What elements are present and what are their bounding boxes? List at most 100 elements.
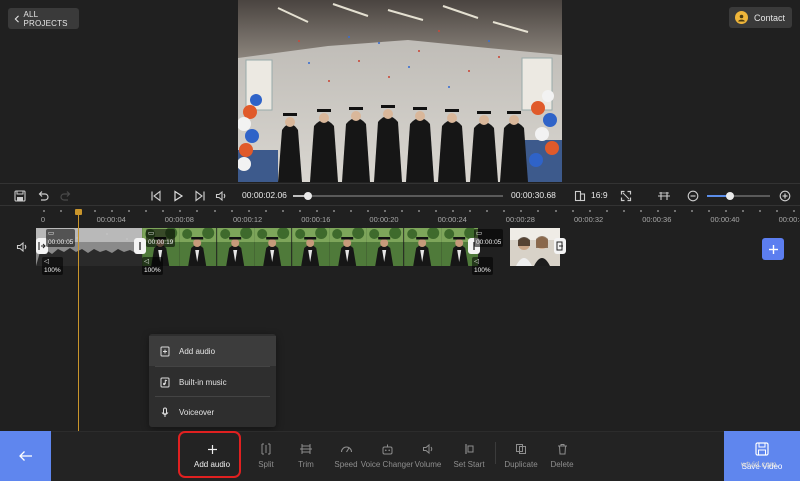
clip-end-handle[interactable] [554,238,566,254]
menu-item-built-in-music[interactable]: Built-in music [149,367,276,397]
trim-start-icon [38,242,46,250]
ruler-minor-tick [742,210,745,212]
skip-forward-icon[interactable] [192,188,208,204]
ruler-minor-tick [230,210,233,212]
save-video-button[interactable]: Save Video [724,431,800,481]
ruler-major-tick [43,210,45,212]
ruler-minor-tick [707,210,710,212]
set-start-label: Set Start [453,460,485,469]
contact-label: Contact [754,12,786,23]
clip-3[interactable] [510,228,560,266]
fullscreen-icon[interactable] [618,188,634,204]
microphone-icon [161,407,169,417]
trim-end-icon [556,241,563,251]
video-preview[interactable] [238,0,562,182]
divider-icon [139,242,141,250]
contact-button[interactable]: Contact [729,7,792,28]
ruler-minor-tick [469,210,472,212]
delete-button[interactable]: Delete [541,440,583,481]
ruler-minor-tick [554,210,557,212]
clip-split-handle-1[interactable] [134,238,146,254]
clip-2-thumbnail [366,228,404,266]
set-start-icon [465,444,474,454]
clip-3-thumbnail [510,228,560,266]
ruler-minor-tick [298,210,301,212]
menu-item-add-audio[interactable]: Add audio [149,336,276,366]
zoom-out-icon[interactable] [685,188,701,204]
aspect-ratio-icon[interactable] [572,188,588,204]
volume-icon [422,443,432,455]
add-media-button[interactable] [762,238,784,260]
total-duration: 00:00:30.68 [511,190,556,200]
ruler-tick-label: 00:00:16 [301,215,331,224]
save-icon [754,441,770,457]
speedometer-icon [340,446,352,453]
set-start-button[interactable]: Set Start [448,440,490,481]
ruler-major-tick [315,210,318,212]
ruler-major-tick [588,210,591,212]
ruler-minor-tick [605,210,608,212]
zoom-in-icon[interactable] [777,188,793,204]
aspect-ratio-label[interactable]: 16:9 [591,190,608,200]
ruler-minor-tick [128,210,131,212]
seek-slider[interactable] [293,192,503,200]
undo-icon[interactable] [35,188,51,204]
ruler-minor-tick [162,210,165,212]
chevron-left-icon [14,14,19,23]
plus-icon [768,244,778,254]
duplicate-icon [516,444,526,454]
ruler-tick-label: 00:00:32 [573,215,604,224]
ruler-major-tick [793,210,796,212]
zoom-slider[interactable] [707,192,770,200]
ruler-minor-tick [401,210,404,212]
ruler-minor-tick [759,210,762,212]
ruler-minor-tick [690,210,693,212]
menu-item-label: Add audio [179,346,216,356]
current-time: 00:00:02.06 [242,190,287,200]
timeline-ruler[interactable]: 0 00:00:04 00:00:08 00:00:12 00:00:16 00:00:2… [0,207,800,227]
playhead[interactable] [78,211,79,431]
ruler-major-tick [384,210,386,212]
ruler-minor-tick [622,210,625,212]
ruler-tick-label: 00:00:44 [778,215,800,224]
robot-icon [382,444,392,454]
trim-icon [300,444,312,454]
ruler-minor-tick [94,210,97,212]
ruler-tick-label: 00:00:08 [164,215,194,224]
menu-item-label: Voiceover [179,407,215,417]
ruler-minor-tick [571,210,574,212]
skip-back-icon[interactable] [148,188,164,204]
ruler-minor-tick [418,210,421,212]
ruler-tick-label: 00:00:12 [232,215,263,224]
clip-2-thumbnail [329,228,367,266]
redo-icon[interactable] [58,188,74,204]
clip-2-thumbnail [291,228,329,266]
ruler-minor-tick [213,210,216,212]
all-projects-button[interactable]: ALL PROJECTS [8,8,79,29]
bottom-toolbar: Add audio Split Trim Speed Voice Changer… [0,431,800,481]
clip-2-duration: ▭ 00:00:19 [146,229,176,247]
clip-1-volume: ◁ 100% [42,257,63,275]
track-audio-icon[interactable] [14,240,30,254]
ruler-minor-tick [264,210,267,212]
ruler-minor-tick [537,210,540,212]
ruler-minor-tick [639,210,642,212]
ruler-minor-tick [486,210,489,212]
play-icon[interactable] [170,188,186,204]
delete-label: Delete [550,460,574,469]
ruler-minor-tick [60,210,63,212]
ruler-tick-label: 00:00:28 [505,215,535,224]
save-project-icon[interactable] [12,188,28,204]
menu-item-voiceover[interactable]: Voiceover [149,397,276,427]
zoom-handle[interactable] [725,192,734,200]
music-icon [160,377,170,387]
clip-2[interactable] [142,228,478,266]
seek-handle[interactable] [303,192,312,200]
ruler-tick-label: 00:00:20 [369,215,399,224]
add-audio-menu: Add audio Built-in music Voiceover [149,334,276,427]
clip-3-duration: ▭ 00:00:05 [474,229,504,247]
ruler-minor-tick [145,210,148,212]
speaker-icon[interactable] [213,188,229,204]
back-button[interactable] [0,431,51,481]
fit-timeline-icon[interactable] [656,188,672,204]
